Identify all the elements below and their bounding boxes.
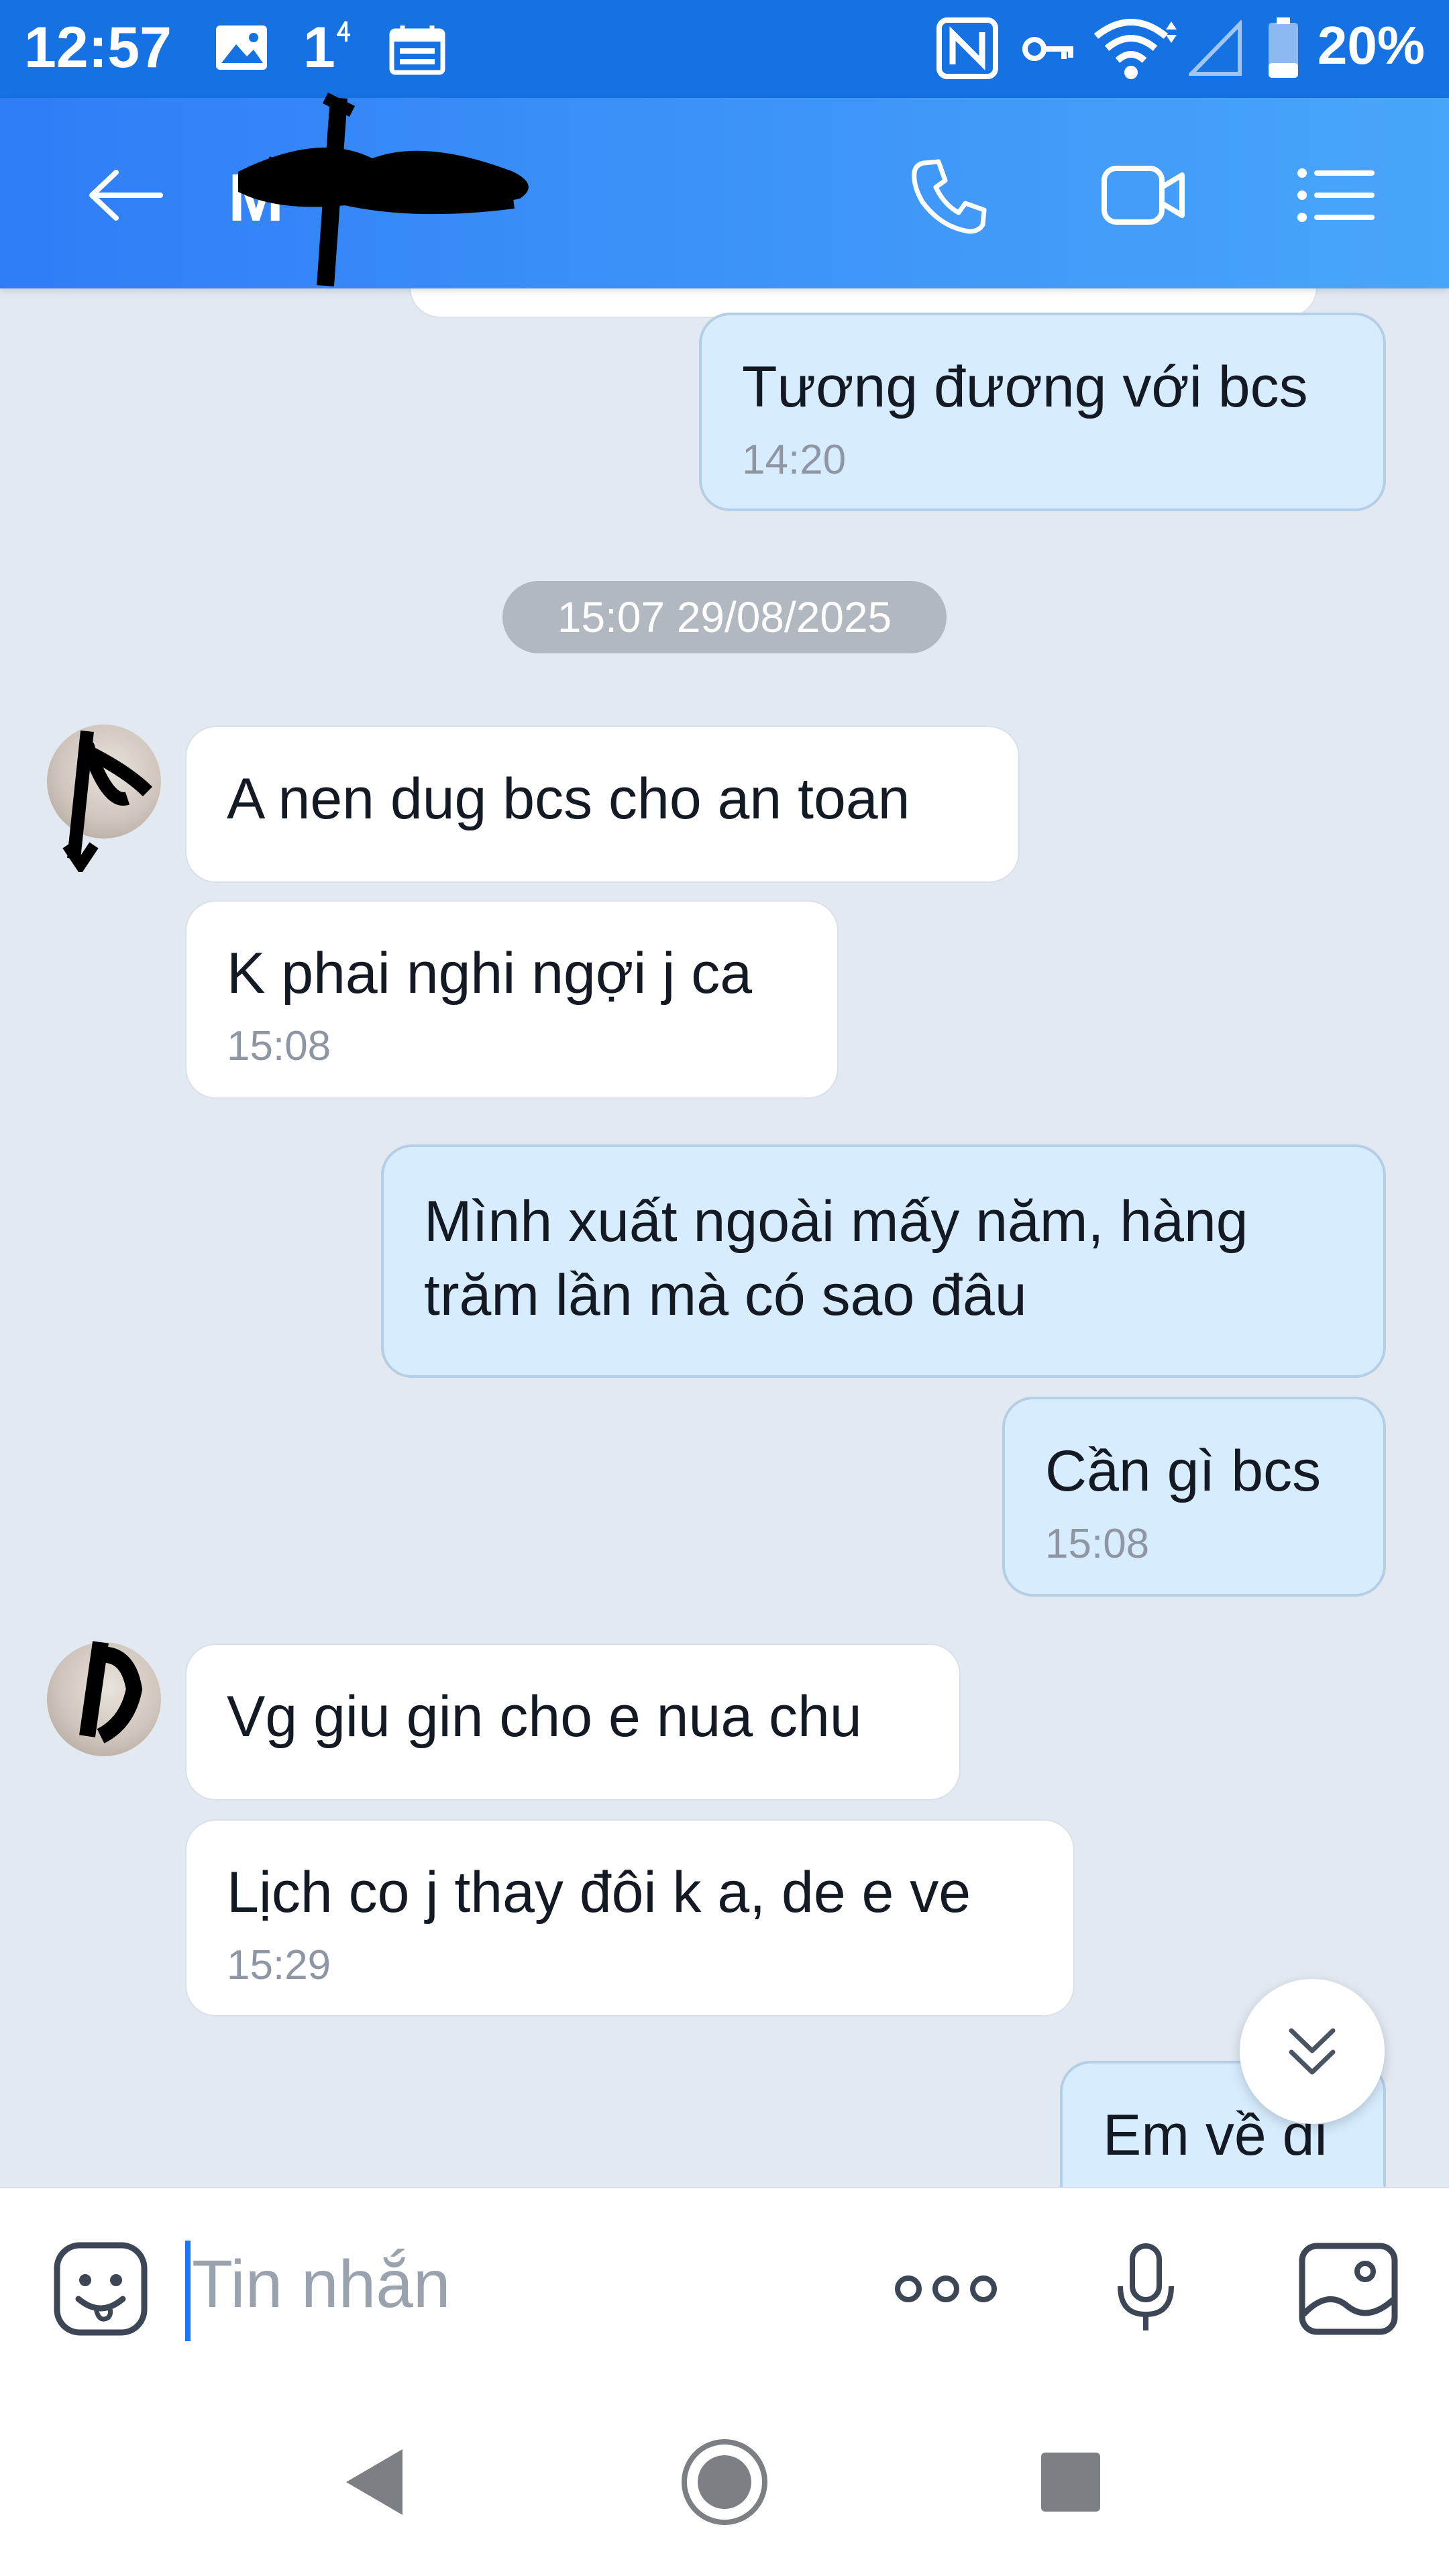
message-bubble-incoming[interactable]: K phai nghi ngợi j ca 15:08 (185, 900, 839, 1099)
message-text: Tương đương với bcs (742, 355, 1308, 419)
system-navigation-bar (0, 2375, 1449, 2576)
message-bubble-incoming[interactable]: A nen dug bcs cho an toan (185, 726, 1020, 883)
superscript-badge-icon (337, 20, 350, 42)
text-caret (185, 2241, 191, 2341)
gallery-notification-icon (216, 25, 267, 70)
sticker-face-icon (54, 2242, 148, 2336)
message-text: K phai nghi ngợi j ca (227, 941, 753, 1006)
message-time: 15:08 (227, 1023, 331, 1069)
status-time: 12:57 (24, 15, 172, 80)
message-input-placeholder: Tin nhắn (192, 2247, 451, 2322)
avatar[interactable] (47, 724, 161, 872)
avatar[interactable] (47, 1641, 161, 1756)
message-text: A nen dug bcs cho an toan (227, 767, 910, 831)
voice-call-button[interactable] (899, 145, 1000, 246)
message-text: Vg giu gin cho e nua chu (227, 1684, 862, 1749)
battery-percent: 20% (1317, 15, 1425, 75)
nav-back-icon (346, 2449, 402, 2515)
date-separator: 15:07 29/08/2025 (502, 581, 947, 653)
options-menu-button[interactable] (1285, 145, 1386, 246)
message-time: 15:29 (227, 1942, 331, 1988)
video-call-button[interactable] (1093, 145, 1194, 246)
microphone-icon (1118, 2243, 1174, 2330)
nav-back-button[interactable] (314, 2428, 435, 2536)
back-arrow-icon (89, 170, 163, 221)
more-options-button[interactable] (892, 2235, 1000, 2343)
message-time: 14:20 (742, 437, 847, 483)
menu-list-icon (1297, 168, 1375, 222)
avatar-redaction-scribble (62, 730, 153, 872)
date-separator-text: 15:07 29/08/2025 (557, 593, 892, 641)
message-bubble-incoming[interactable]: Vg giu gin cho e nua chu (185, 1644, 961, 1801)
image-gallery-icon (1299, 2243, 1398, 2335)
message-time: 15:08 (1045, 1521, 1150, 1567)
back-button[interactable] (75, 145, 176, 246)
send-image-button[interactable] (1295, 2235, 1402, 2343)
nav-home-button[interactable] (664, 2428, 785, 2536)
chat-header: M (0, 92, 1449, 288)
message-input[interactable]: Tin nhắn (185, 2241, 789, 2341)
message-list[interactable]: Tương đương với bcs 14:20 15:07 29/08/20… (0, 288, 1449, 2187)
scroll-to-bottom-button[interactable] (1240, 1979, 1385, 2124)
message-bubble-incoming[interactable]: Lịch co j thay đôi k a, de e ve 15:29 (185, 1819, 1075, 2017)
calendar-notification-icon (389, 25, 445, 75)
redaction-scribble (238, 92, 529, 286)
message-bubble-outgoing[interactable]: Mình xuất ngoài mấy năm, hàng trăm lần m… (381, 1144, 1386, 1378)
vpn-key-icon (1022, 37, 1073, 61)
nav-recents-button[interactable] (1010, 2428, 1131, 2536)
double-chevron-down-icon (1289, 2028, 1336, 2075)
more-dots-icon (895, 2275, 997, 2302)
message-text: Cần gì bcs (1045, 1439, 1322, 1503)
message-input-bar: Tin nhắn (0, 2187, 1449, 2376)
wifi-icon (1093, 19, 1177, 79)
message-text: Lịch co j thay đôi k a, de e ve (227, 1860, 971, 1925)
video-call-icon (1102, 166, 1185, 225)
avatar-redaction-scribble (79, 1641, 143, 1743)
app-root: { "status_bar": { "time": "12:57", "noti… (0, 0, 1449, 2576)
voice-message-button[interactable] (1092, 2235, 1199, 2343)
emoji-sticker-button[interactable] (47, 2235, 154, 2343)
cellular-signal-icon (1189, 20, 1242, 76)
nav-recents-icon (1041, 2453, 1100, 2512)
message-bubble-outgoing[interactable]: Cần gì bcs 15:08 (1002, 1397, 1386, 1597)
message-text: Mình xuất ngoài mấy năm, hàng trăm lần m… (424, 1189, 1248, 1328)
nav-home-icon (682, 2439, 767, 2525)
battery-icon (1269, 17, 1298, 78)
phone-icon (912, 159, 987, 234)
status-bar: 12:57 1 20% (0, 0, 1449, 98)
notification-count: 1 (303, 15, 335, 80)
nfc-icon (936, 17, 998, 79)
message-bubble-outgoing[interactable]: Tương đương với bcs 14:20 (699, 313, 1386, 511)
